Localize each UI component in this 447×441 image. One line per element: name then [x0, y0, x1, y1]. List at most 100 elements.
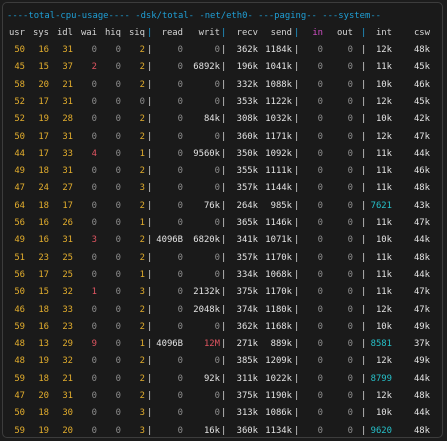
cell-sys: 18	[38, 373, 49, 384]
cell-in: 0	[317, 391, 323, 401]
cell-sys: 17	[38, 148, 49, 159]
cell-read: 0	[177, 131, 183, 142]
cell-idl: 31	[62, 45, 73, 55]
cell-usr: 56	[14, 218, 25, 228]
separator: |	[221, 166, 227, 177]
cell-sys: 16	[38, 321, 49, 332]
separator: |	[221, 114, 227, 125]
cell-wai: 2	[91, 62, 97, 73]
cell-siq: 2	[139, 373, 145, 384]
cell-in: 0	[317, 96, 323, 107]
column-header-hiq: hiq	[104, 28, 121, 38]
cell-out: 0	[347, 62, 353, 73]
cell-usr: 50	[14, 131, 25, 142]
separator: |	[147, 45, 153, 55]
cell-siq: 1	[139, 339, 145, 350]
separator: |	[147, 425, 153, 436]
separator: |	[294, 373, 300, 384]
cell-send: 985k	[270, 200, 292, 211]
cell-csw: 44k	[413, 269, 430, 280]
cell-csw: 44k	[413, 373, 430, 384]
cell-in: 0	[317, 114, 323, 125]
cell-csw: 45k	[413, 96, 430, 107]
cell-int: 12k	[375, 131, 392, 142]
cell-sys: 17	[38, 131, 49, 142]
cell-siq: 1	[139, 148, 145, 159]
separator: |	[361, 391, 367, 401]
separator: |	[361, 183, 367, 194]
cell-writ: 0	[214, 321, 220, 332]
cell-out: 0	[347, 425, 353, 436]
cell-wai: 0	[91, 408, 97, 419]
separator: |	[221, 287, 227, 298]
cell-read: 4096B	[156, 339, 183, 350]
cell-usr: 58	[14, 79, 25, 90]
cell-csw: 48k	[413, 391, 430, 401]
cell-sys: 19	[38, 114, 49, 125]
cell-sys: 16	[38, 218, 49, 228]
separator: |	[361, 287, 367, 298]
group-header-line: ----total-cpu-usage---- -dsk/total- -net…	[7, 11, 382, 21]
cell-out: 0	[347, 339, 353, 350]
cell-wai: 0	[91, 425, 97, 436]
cell-out: 0	[347, 269, 353, 280]
cell-int: 12k	[375, 96, 392, 107]
cell-recv: 350k	[236, 148, 258, 159]
cell-writ: 0	[214, 131, 220, 142]
cell-send: 1071k	[265, 235, 292, 246]
cell-int: 10k	[375, 408, 392, 419]
cell-wai: 0	[91, 252, 97, 263]
cell-wai: 9	[91, 339, 97, 350]
column-header-send: send	[270, 28, 292, 38]
cell-siq: 2	[139, 62, 145, 73]
cell-csw: 43k	[413, 200, 430, 211]
cell-hiq: 0	[115, 373, 121, 384]
cell-send: 1209k	[265, 356, 292, 367]
cell-hiq: 0	[115, 79, 121, 90]
cell-siq: 1	[139, 218, 145, 228]
cell-out: 0	[347, 373, 353, 384]
cell-read: 0	[177, 408, 183, 419]
cell-read: 0	[177, 425, 183, 436]
column-header-recv: recv	[236, 28, 258, 38]
cell-siq: 2	[139, 45, 145, 55]
cell-in: 0	[317, 183, 323, 194]
cell-out: 0	[347, 45, 353, 55]
cell-in: 0	[317, 131, 323, 142]
separator: |	[361, 408, 367, 419]
cell-siq: 2	[139, 391, 145, 401]
cell-int: 11k	[375, 287, 392, 298]
cell-recv: 385k	[236, 356, 258, 367]
separator: |	[361, 79, 367, 90]
cell-idl: 25	[62, 269, 73, 280]
separator: |	[294, 235, 300, 246]
cell-int: 12k	[375, 304, 392, 315]
cell-usr: 48	[14, 339, 25, 350]
cell-read: 0	[177, 252, 183, 263]
cell-wai: 0	[91, 321, 97, 332]
separator: |	[147, 408, 153, 419]
cell-sys: 19	[38, 425, 49, 436]
cell-idl: 32	[62, 356, 73, 367]
cell-hiq: 0	[115, 200, 121, 211]
cell-hiq: 0	[115, 391, 121, 401]
cell-hiq: 0	[115, 287, 121, 298]
cell-send: 1144k	[265, 183, 292, 194]
separator: |	[361, 45, 367, 55]
cell-send: 1068k	[265, 269, 292, 280]
separator: |	[147, 28, 153, 38]
cell-recv: 375k	[236, 391, 258, 401]
cell-sys: 18	[38, 304, 49, 315]
cell-siq: 3	[139, 425, 145, 436]
cell-sys: 15	[38, 287, 49, 298]
cell-siq: 0	[139, 96, 145, 107]
column-header-in: in	[312, 28, 323, 38]
cell-in: 0	[317, 287, 323, 298]
cell-sys: 18	[38, 200, 49, 211]
separator: |	[221, 321, 227, 332]
cell-read: 0	[177, 62, 183, 73]
separator: |	[361, 166, 367, 177]
cell-idl: 31	[62, 131, 73, 142]
cell-recv: 375k	[236, 287, 258, 298]
cell-int: 11k	[375, 183, 392, 194]
